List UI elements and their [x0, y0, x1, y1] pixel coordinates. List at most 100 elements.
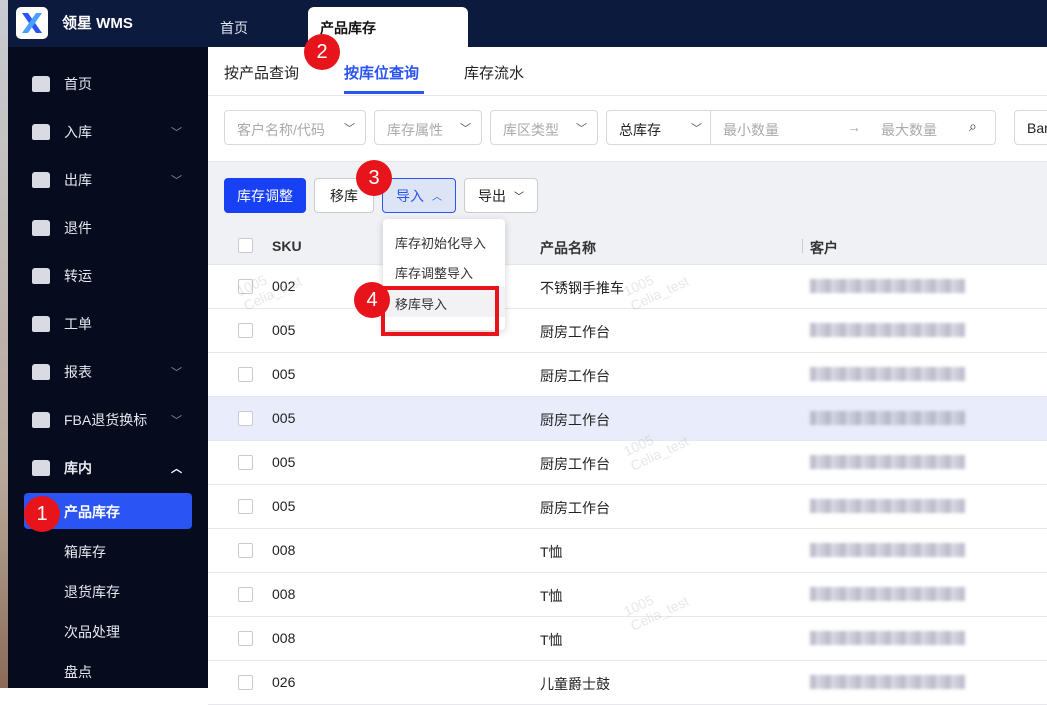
row-checkbox[interactable] [238, 323, 253, 338]
divider [710, 111, 711, 144]
top-tab-home[interactable]: 首页 [220, 18, 248, 38]
import-button[interactable]: 导入 ︿ [382, 178, 456, 213]
sidebar-item-inbound[interactable]: 入库 ﹀ [24, 114, 192, 150]
customer-select[interactable]: 客户名称/代码 ﹀ [224, 110, 366, 145]
sidebar-subitem-box-inventory[interactable]: 箱库存 [64, 542, 106, 562]
select-all-checkbox[interactable] [238, 238, 253, 253]
workorder-icon [32, 316, 50, 332]
cell-product-name: T恤 [540, 544, 563, 560]
row-checkbox[interactable] [238, 631, 253, 646]
table-row[interactable]: 008 T恤 [208, 617, 1047, 661]
table-row[interactable]: 026 儿童爵士鼓 [208, 661, 1047, 705]
home-icon [32, 76, 50, 92]
table-row[interactable]: 005 厨房工作台 [208, 309, 1047, 353]
label: 工单 [64, 316, 92, 332]
barcode-select[interactable]: Bar [1014, 110, 1047, 145]
cell-sku: 005 [272, 322, 296, 338]
cell-product-name: 儿童爵士鼓 [540, 676, 610, 692]
row-checkbox[interactable] [238, 455, 253, 470]
stock-type-select[interactable]: 总库存 [619, 122, 661, 138]
cell-sku: 008 [272, 542, 296, 558]
return-box-icon [32, 220, 50, 236]
inventory-attr-select[interactable]: 库存属性 ﹀ [374, 110, 482, 145]
sidebar-item-workorder[interactable]: 工单 [24, 306, 192, 342]
chevron-up-icon: ︿ [171, 463, 182, 475]
cell-product-name: 厨房工作台 [540, 500, 610, 516]
step-badge-4: 4 [354, 282, 390, 318]
transfer-icon [32, 268, 50, 284]
cell-customer-redacted [810, 323, 965, 337]
placeholder: 库存属性 [387, 122, 443, 138]
divider [802, 239, 803, 253]
row-checkbox[interactable] [238, 499, 253, 514]
search-icon[interactable]: ⌕ [969, 118, 977, 135]
cell-product-name: 厨房工作台 [540, 456, 610, 472]
label: 导出 [478, 187, 506, 204]
tab-inventory-flow[interactable]: 库存流水 [464, 62, 524, 83]
active-tab-indicator [344, 91, 424, 94]
cell-customer-redacted [810, 367, 965, 381]
label: 退件 [64, 220, 92, 236]
min-quantity-input[interactable]: 最小数量 [723, 120, 779, 140]
label: 入库 [64, 124, 92, 140]
step-badge-3: 3 [356, 160, 392, 196]
cell-product-name: T恤 [540, 632, 563, 648]
brand-name: 领星 WMS [62, 15, 133, 32]
label: 库内 [64, 460, 92, 476]
cell-customer-redacted [810, 455, 965, 469]
menu-item-adjust-import[interactable]: 库存调整导入 [383, 256, 505, 286]
cell-product-name: 厨房工作台 [540, 324, 610, 340]
cell-product-name: 厨房工作台 [540, 368, 610, 384]
step-badge-1: 1 [24, 496, 60, 532]
sidebar-item-returns[interactable]: 退件 [24, 210, 192, 246]
top-bar [8, 0, 1047, 47]
inventory-adjust-button[interactable]: 库存调整 [224, 178, 306, 213]
chevron-up-icon: ︿ [432, 192, 442, 203]
cell-sku: 008 [272, 630, 296, 646]
cell-sku: 008 [272, 586, 296, 602]
chevron-down-icon: ﹀ [514, 192, 524, 203]
chevron-down-icon: ﹀ [576, 123, 587, 135]
menu-item-init-import[interactable]: 库存初始化导入 [383, 226, 505, 256]
label: 出库 [64, 172, 92, 188]
chevron-down-icon: ﹀ [171, 127, 182, 139]
placeholder: 客户名称/代码 [237, 122, 325, 138]
table-row[interactable]: 005 厨房工作台 [208, 353, 1047, 397]
chevron-down-icon: ﹀ [460, 123, 471, 135]
sidebar-item-warehouse[interactable]: 库内 ︿ [24, 450, 192, 486]
header-sku: SKU [272, 238, 302, 254]
table-row[interactable]: 005 厨房工作台 [208, 397, 1047, 441]
chevron-down-icon: ﹀ [344, 123, 355, 135]
cell-sku: 005 [272, 366, 296, 382]
sidebar-item-outbound[interactable]: 出库 ﹀ [24, 162, 192, 198]
warehouse-icon [32, 460, 50, 476]
cell-customer-redacted [810, 587, 965, 601]
label: 首页 [64, 76, 92, 92]
max-quantity-input[interactable]: 最大数量 [881, 120, 937, 140]
row-checkbox[interactable] [238, 543, 253, 558]
label: 转运 [64, 268, 92, 284]
row-checkbox[interactable] [238, 411, 253, 426]
highlight-box [381, 286, 499, 336]
cell-sku: 005 [272, 454, 296, 470]
sidebar-item-reports[interactable]: 报表 ﹀ [24, 354, 192, 390]
export-button[interactable]: 导出 ﹀ [464, 178, 538, 213]
arrow-right-icon: → [847, 119, 861, 135]
tab-by-location[interactable]: 按库位查询 [344, 62, 419, 83]
sidebar-subitem-return-inventory[interactable]: 退货库存 [64, 582, 120, 602]
table-row[interactable]: 008 T恤 [208, 529, 1047, 573]
zone-type-select[interactable]: 库区类型 ﹀ [490, 110, 598, 145]
sidebar-subitem-defective[interactable]: 次品处理 [64, 622, 120, 642]
sidebar-subitem-label: 产品库存 [64, 504, 120, 520]
table-row[interactable]: 005 厨房工作台 [208, 485, 1047, 529]
tab-by-product[interactable]: 按产品查询 [224, 62, 299, 83]
header-customer: 客户 [810, 240, 838, 256]
sidebar-subitem-stocktake[interactable]: 盘点 [64, 662, 92, 682]
label: 导入 [396, 187, 424, 204]
row-checkbox[interactable] [238, 587, 253, 602]
sidebar-item-fba[interactable]: FBA退货换标 ﹀ [24, 402, 192, 438]
row-checkbox[interactable] [238, 367, 253, 382]
chevron-down-icon: ﹀ [691, 123, 702, 135]
sidebar-item-transfer[interactable]: 转运 [24, 258, 192, 294]
sidebar-item-home[interactable]: 首页 [24, 66, 192, 102]
